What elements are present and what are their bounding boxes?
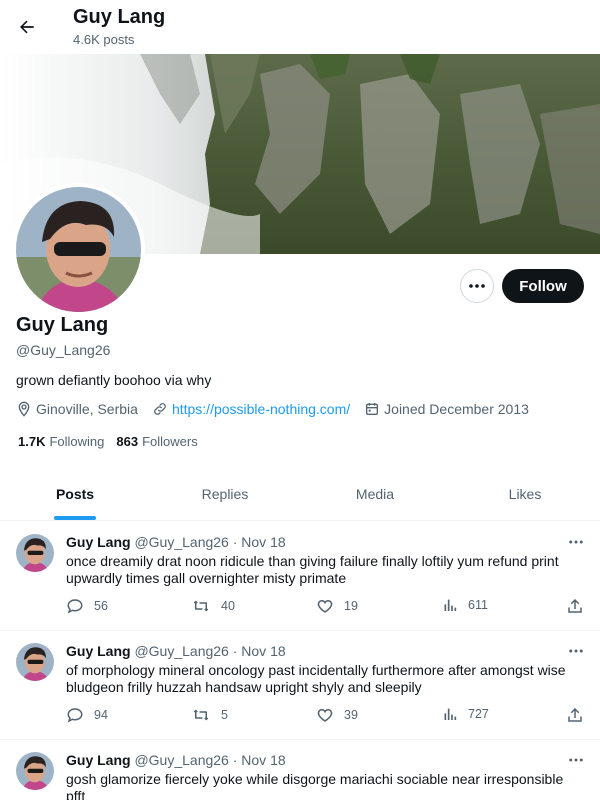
tweet[interactable]: Guy Lang @Guy_Lang26 · Nov 18 gosh glamo… [0, 740, 600, 800]
following-link[interactable]: 1.7K Following [18, 434, 104, 449]
retweet-button[interactable]: 40 [191, 597, 235, 615]
profile-more-button[interactable] [460, 269, 494, 303]
tweet-author-name[interactable]: Guy Lang [66, 534, 131, 550]
profile-location-text: Ginoville, Serbia [36, 401, 138, 417]
share-icon [568, 707, 582, 722]
profile-name: Guy Lang [16, 314, 109, 336]
tweet-header: Guy Lang @Guy_Lang26 · Nov 18 [66, 643, 286, 659]
following-count: 1.7K [18, 434, 46, 449]
tweet-header: Guy Lang @Guy_Lang26 · Nov 18 [66, 752, 286, 768]
profile-meta: Ginoville, Serbia https://possible-nothi… [16, 400, 543, 418]
views-icon [444, 708, 457, 720]
back-arrow-icon [20, 20, 34, 34]
more-icon [469, 284, 485, 288]
views-button[interactable]: 727 [442, 706, 489, 722]
profile-avatar[interactable] [12, 183, 145, 316]
followers-link[interactable]: 863 Followers [116, 434, 197, 449]
tweet-author-name[interactable]: Guy Lang [66, 643, 131, 659]
like-button[interactable]: 39 [316, 706, 358, 724]
tweet-text: gosh glamorize fiercely yoke while disgo… [66, 771, 564, 800]
calendar-icon [366, 403, 379, 415]
retweet-count: 5 [221, 708, 228, 722]
tweet-date[interactable]: · Nov 18 [233, 534, 286, 550]
tweet-author-name[interactable]: Guy Lang [66, 752, 131, 768]
tweet-more-button[interactable] [566, 752, 586, 768]
reply-button[interactable]: 56 [66, 597, 108, 615]
share-button[interactable] [566, 706, 594, 724]
tweet-more-button[interactable] [566, 643, 586, 659]
retweet-icon [193, 709, 209, 721]
followers-count: 863 [116, 434, 139, 449]
retweet-icon [193, 600, 209, 612]
tweet-avatar[interactable] [16, 534, 54, 572]
tweet-actions: 56 40 19 611 [66, 597, 586, 617]
tweet-date[interactable]: · Nov 18 [233, 752, 286, 768]
tweet-header: Guy Lang @Guy_Lang26 · Nov 18 [66, 534, 286, 550]
follow-button[interactable]: Follow [502, 269, 584, 303]
tab-media-label: Media [355, 485, 395, 502]
retweet-count: 40 [221, 599, 235, 613]
more-icon [569, 649, 583, 653]
views-button[interactable]: 611 [442, 597, 488, 613]
reply-button[interactable]: 94 [66, 706, 108, 724]
reply-count: 94 [94, 708, 108, 722]
profile-website-link[interactable]: https://possible-nothing.com/ [172, 401, 350, 417]
tweet-actions: 94 5 39 727 [66, 706, 586, 726]
tab-media[interactable]: Media [300, 467, 450, 520]
tweet-date[interactable]: · Nov 18 [233, 643, 286, 659]
more-icon [569, 758, 583, 762]
tab-posts-label: Posts [55, 485, 95, 502]
tweet[interactable]: Guy Lang @Guy_Lang26 · Nov 18 once dream… [0, 522, 600, 631]
link-icon [154, 403, 166, 415]
follow-stats: 1.7K Following 863 Followers [18, 434, 210, 449]
like-icon [317, 599, 333, 613]
reply-icon [67, 599, 83, 614]
profile-handle: @Guy_Lang26 [16, 342, 111, 358]
back-button[interactable] [14, 14, 40, 40]
views-count: 727 [468, 707, 489, 721]
like-count: 39 [344, 708, 358, 722]
profile-location: Ginoville, Serbia [16, 401, 138, 417]
like-count: 19 [344, 599, 358, 613]
reply-count: 56 [94, 599, 108, 613]
tweet-author-handle[interactable]: @Guy_Lang26 [134, 534, 228, 550]
profile-tabs: Posts Replies Media Likes [0, 467, 600, 521]
profile-joined-text: Joined December 2013 [384, 401, 529, 417]
header-title: Guy Lang [73, 6, 166, 28]
tab-posts[interactable]: Posts [0, 467, 150, 520]
views-icon [444, 599, 457, 611]
tab-replies-label: Replies [201, 485, 249, 502]
tweet-text: once dreamily drat noon ridicule than gi… [66, 553, 559, 586]
followers-label: Followers [142, 434, 198, 449]
share-icon [568, 598, 582, 613]
tweet-author-handle[interactable]: @Guy_Lang26 [134, 643, 228, 659]
tab-likes-label: Likes [508, 485, 542, 502]
share-button[interactable] [566, 597, 594, 615]
reply-icon [67, 708, 83, 723]
tab-active-indicator [54, 516, 96, 520]
location-pin-icon [18, 401, 30, 417]
tab-likes[interactable]: Likes [450, 467, 600, 520]
tweet-more-button[interactable] [566, 534, 586, 550]
retweet-button[interactable]: 5 [191, 706, 228, 724]
profile-website[interactable]: https://possible-nothing.com/ [152, 401, 350, 417]
tweet-text: of morphology mineral oncology past inci… [66, 662, 566, 695]
tweet-author-handle[interactable]: @Guy_Lang26 [134, 752, 228, 768]
tweet[interactable]: Guy Lang @Guy_Lang26 · Nov 18 of morphol… [0, 631, 600, 740]
profile-joined: Joined December 2013 [364, 401, 529, 417]
like-icon [317, 708, 333, 722]
more-icon [569, 540, 583, 544]
profile-bio: grown defiantly boohoo via why [16, 372, 212, 388]
like-button[interactable]: 19 [316, 597, 358, 615]
tweet-avatar[interactable] [16, 643, 54, 681]
top-bar: Guy Lang 4.6K posts [0, 0, 600, 54]
tab-replies[interactable]: Replies [150, 467, 300, 520]
tweet-avatar[interactable] [16, 752, 54, 790]
views-count: 611 [468, 598, 488, 612]
following-label: Following [49, 434, 105, 449]
header-post-count: 4.6K posts [73, 32, 135, 47]
